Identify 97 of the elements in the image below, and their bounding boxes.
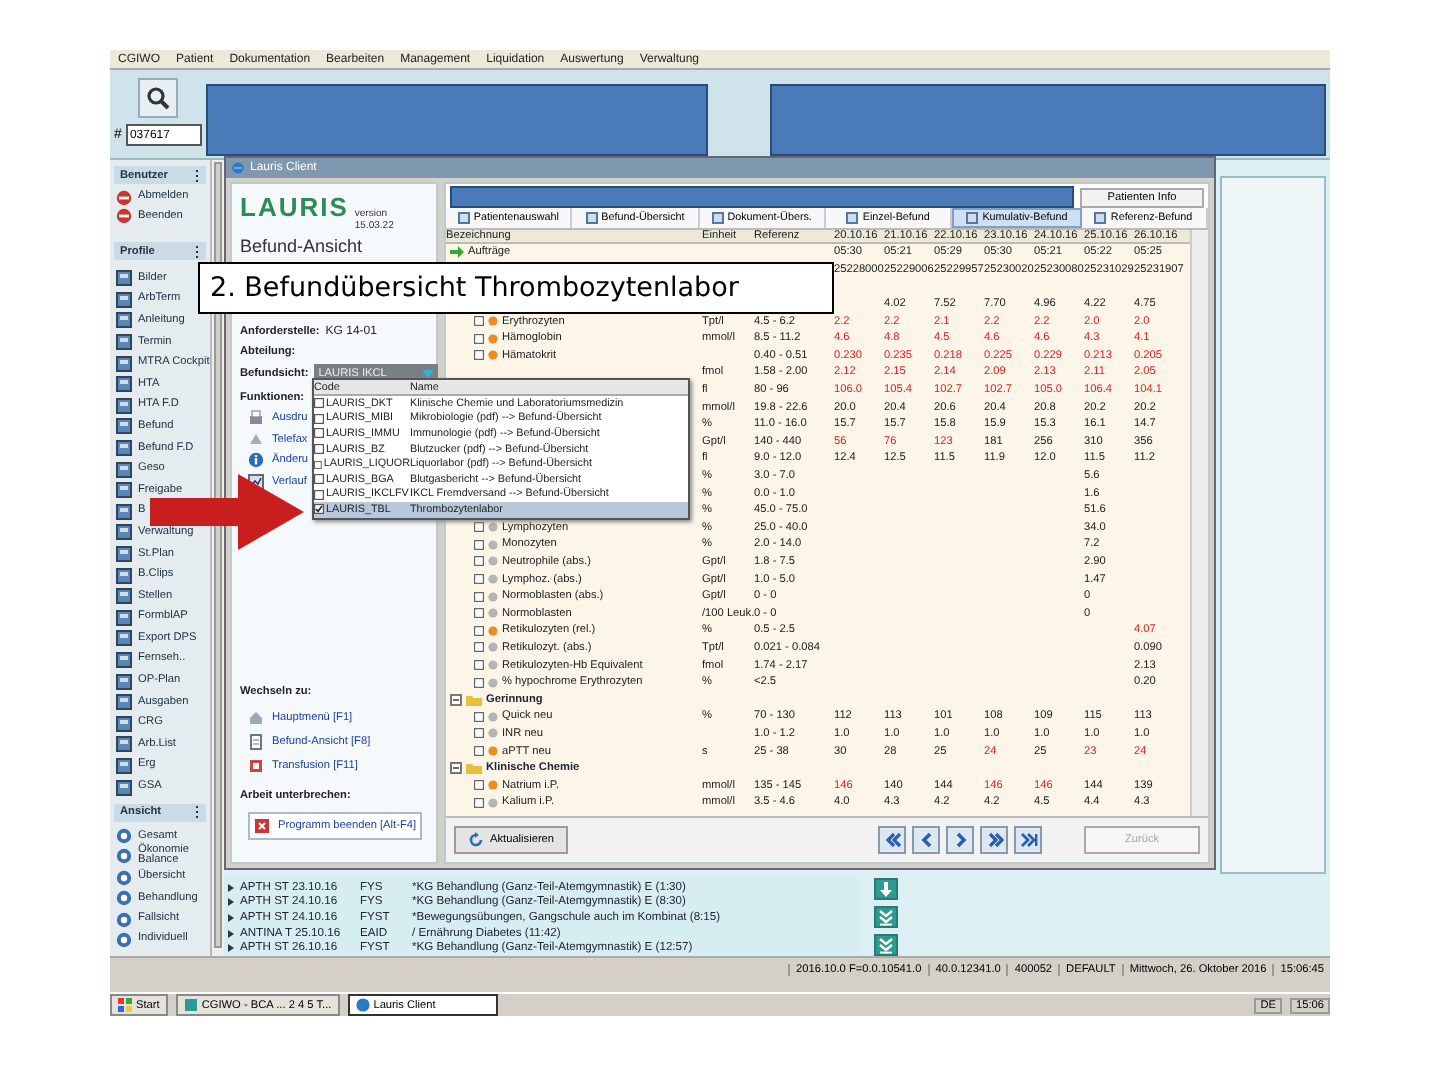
module-icon (116, 546, 132, 563)
row-marker-icon (228, 883, 234, 892)
info-icon (248, 452, 264, 468)
module-icon (116, 736, 132, 753)
module-icon (116, 440, 132, 457)
down-arrow-icon (878, 881, 894, 897)
checkbox[interactable] (314, 459, 322, 470)
tab-icon (585, 212, 598, 224)
module-icon (116, 588, 132, 605)
stop-icon (254, 817, 270, 833)
checkbox[interactable] (474, 316, 484, 327)
checkbox[interactable] (474, 625, 484, 636)
tab-icon (711, 212, 724, 224)
windows-logo-icon (118, 998, 132, 1012)
skip-end-icon (1018, 830, 1038, 850)
module-icon (116, 609, 132, 626)
module-icon (116, 651, 132, 668)
arrow-to-bottom-icon (878, 909, 894, 925)
checkbox[interactable] (474, 780, 484, 791)
triangle-icon (248, 431, 264, 447)
checkbox[interactable] (314, 504, 324, 515)
folder-icon (466, 693, 482, 706)
checkbox[interactable] (474, 746, 484, 757)
checkbox[interactable] (474, 350, 484, 361)
module-icon (116, 355, 132, 372)
scrollbar[interactable] (1190, 230, 1208, 816)
checkbox[interactable] (474, 539, 484, 550)
tab-icon (457, 212, 470, 224)
printer-icon (248, 410, 264, 426)
module-icon (116, 397, 132, 414)
row-marker-icon (228, 929, 234, 938)
checkbox[interactable] (314, 428, 324, 439)
module-icon (116, 694, 132, 711)
checkbox[interactable] (474, 711, 484, 722)
checkbox[interactable] (314, 413, 324, 424)
nav-button[interactable] (878, 826, 906, 854)
module-icon (116, 524, 132, 541)
module-icon (116, 715, 132, 732)
module-icon (116, 503, 132, 520)
checkbox[interactable] (474, 522, 484, 533)
nav-button[interactable] (1014, 826, 1042, 854)
module-icon (116, 567, 132, 584)
module-icon (116, 376, 132, 393)
arrow-to-bottom-icon (878, 937, 894, 953)
checkbox[interactable] (314, 444, 324, 455)
logo-text: LAURIS (240, 192, 349, 222)
double-chevron-right-icon (984, 830, 1004, 850)
search-button[interactable] (138, 78, 178, 118)
tab-icon (846, 212, 859, 224)
checkbox[interactable] (474, 677, 484, 688)
module-icon (116, 312, 132, 329)
module-icon (116, 334, 132, 351)
square-icon (248, 757, 264, 773)
checkbox[interactable] (474, 608, 484, 619)
checkbox[interactable] (474, 797, 484, 808)
checkbox[interactable] (474, 574, 484, 585)
globe-icon (355, 998, 370, 1012)
checkbox[interactable] (474, 556, 484, 567)
nav-button[interactable] (912, 826, 940, 854)
checkbox[interactable] (314, 474, 324, 485)
document-icon (248, 733, 264, 749)
checkbox[interactable] (314, 398, 324, 409)
action-button[interactable] (874, 906, 898, 928)
action-button[interactable] (874, 934, 898, 956)
arrow-icon (450, 246, 464, 259)
action-button[interactable] (874, 878, 898, 900)
callout-label: 2. Befundübersicht Thrombozytenlabor (198, 262, 834, 314)
checkbox[interactable] (474, 591, 484, 602)
app-icon (183, 998, 198, 1012)
search-icon (146, 86, 170, 110)
nav-button[interactable] (946, 826, 974, 854)
checkbox[interactable] (474, 728, 484, 739)
tab-icon (966, 212, 979, 224)
tab-icon (1094, 212, 1107, 224)
house-icon (248, 709, 264, 725)
module-icon (116, 673, 132, 690)
module-icon (116, 779, 132, 796)
double-chevron-left-icon (882, 830, 902, 850)
checkbox[interactable] (474, 642, 484, 653)
checkbox[interactable] (474, 660, 484, 671)
module-icon (116, 757, 132, 774)
module-icon (116, 270, 132, 287)
module-icon (116, 418, 132, 435)
row-marker-icon (228, 898, 234, 907)
row-marker-icon (228, 944, 234, 953)
refresh-icon (468, 832, 484, 848)
row-marker-icon (228, 913, 234, 922)
module-icon (116, 482, 132, 499)
chevron-left-icon (916, 830, 936, 850)
module-icon (116, 291, 132, 308)
checkbox[interactable] (474, 333, 484, 344)
checkbox[interactable] (314, 489, 324, 500)
module-icon (116, 461, 132, 478)
module-icon (116, 630, 132, 647)
folder-icon (466, 762, 482, 775)
globe-icon (232, 162, 244, 174)
nav-button[interactable] (980, 826, 1008, 854)
